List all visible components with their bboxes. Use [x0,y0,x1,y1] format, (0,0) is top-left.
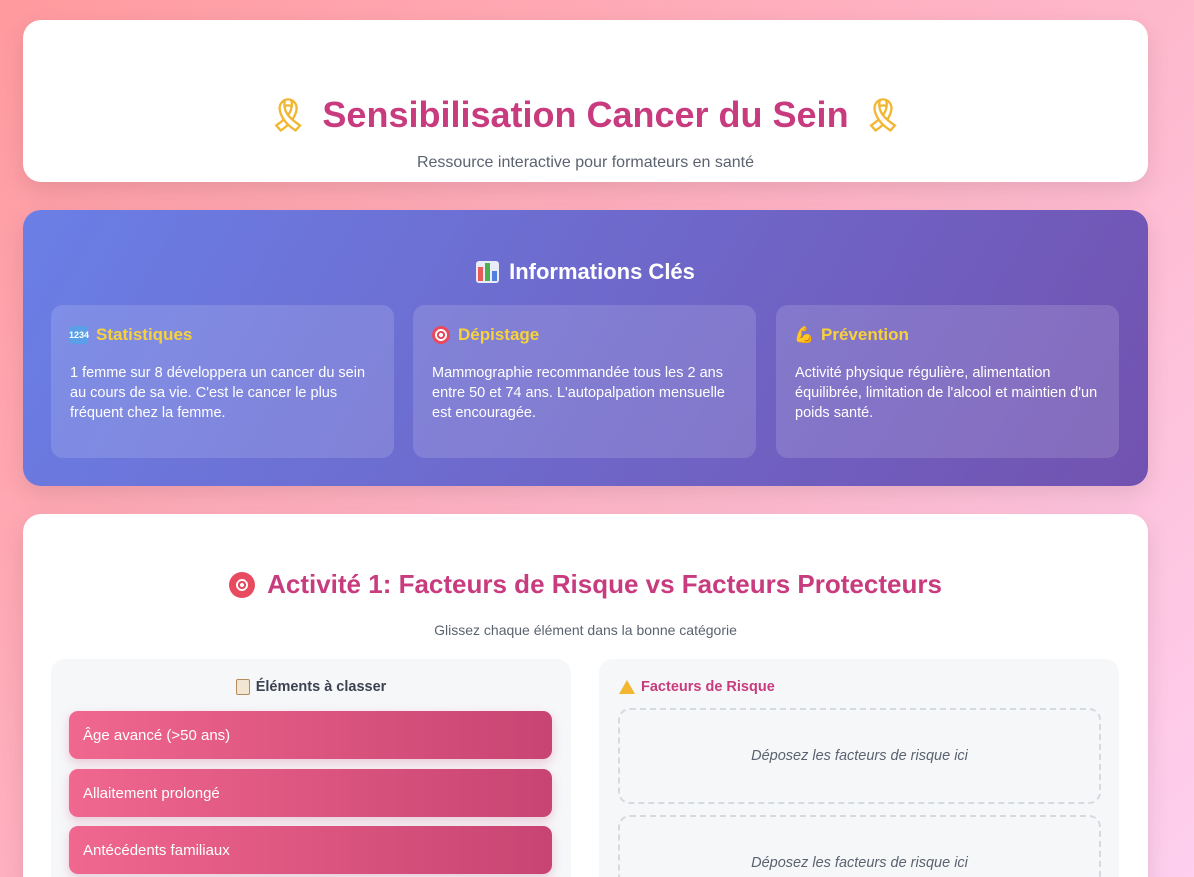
activity-title-text: Activité 1: Facteurs de Risque vs Facteu… [267,569,942,599]
target-icon [229,571,256,598]
clipboard-icon [235,679,250,695]
info-box-title: 💪 Prévention [794,325,1100,345]
activity-section: Activité 1: Facteurs de Risque vs Facteu… [23,514,1148,877]
page-subtitle: Ressource interactive pour formateurs en… [416,154,755,171]
numbers-icon: 1234 [69,326,89,344]
info-box-text: 1 femme sur 8 développera un cancer du s… [70,365,366,421]
draggable-item-age[interactable]: Âge avancé (>50 ans) [69,711,552,759]
ribbon-icon: 🎗 [267,97,309,133]
info-box-title: 1234 Statistiques [69,325,375,345]
info-box-screening: Dépistage Mammographie recommandée tous … [413,305,756,458]
key-info-title-text: Informations Clés [509,259,695,284]
items-panel-title: Éléments à classer [51,679,571,695]
page-title-text: Sensibilisation Cancer du Sein [322,94,849,135]
target-icon [432,326,450,344]
ribbon-icon: 🎗 [862,97,904,133]
risk-drop-zone[interactable]: Déposez les facteurs de risque ici [618,815,1101,877]
info-box-prevention: 💪 Prévention Activité physique régulière… [776,305,1119,458]
risk-factors-panel: Facteurs de Risque Déposez les facteurs … [599,659,1119,877]
key-info-section: Informations Clés 1234 Statistiques 1 fe… [23,210,1148,486]
risk-drop-zone[interactable]: Déposez les facteurs de risque ici [618,708,1101,804]
risk-panel-title: Facteurs de Risque [619,679,775,695]
items-to-sort-panel: Éléments à classer Âge avancé (>50 ans) … [51,659,571,877]
chart-icon [476,261,500,283]
info-box-title-text: Prévention [821,325,909,344]
info-box-title-text: Dépistage [458,325,540,344]
info-box-title-text: Statistiques [96,325,193,344]
header-card: 🎗 Sensibilisation Cancer du Sein 🎗 Resso… [23,20,1148,182]
muscle-icon: 💪 [794,327,814,344]
info-box-title: Dépistage [432,325,737,345]
items-panel-title-text: Éléments à classer [255,679,387,695]
activity-instructions: Glissez chaque élément dans la bonne cat… [434,622,737,638]
info-box-statistics: 1234 Statistiques 1 femme sur 8 développ… [51,305,394,458]
page-title: 🎗 Sensibilisation Cancer du Sein 🎗 [23,94,1148,136]
key-info-title: Informations Clés [23,259,1148,285]
draggable-item-breastfeeding[interactable]: Allaitement prolongé [69,769,552,817]
draggable-item-family-history[interactable]: Antécédents familiaux [69,826,552,874]
risk-panel-title-text: Facteurs de Risque [641,679,775,695]
warning-icon [619,680,635,694]
activity-title: Activité 1: Facteurs de Risque vs Facteu… [23,569,1148,600]
info-box-text: Activité physique régulière, alimentatio… [795,365,1098,421]
info-box-text: Mammographie recommandée tous les 2 ans … [432,365,725,421]
